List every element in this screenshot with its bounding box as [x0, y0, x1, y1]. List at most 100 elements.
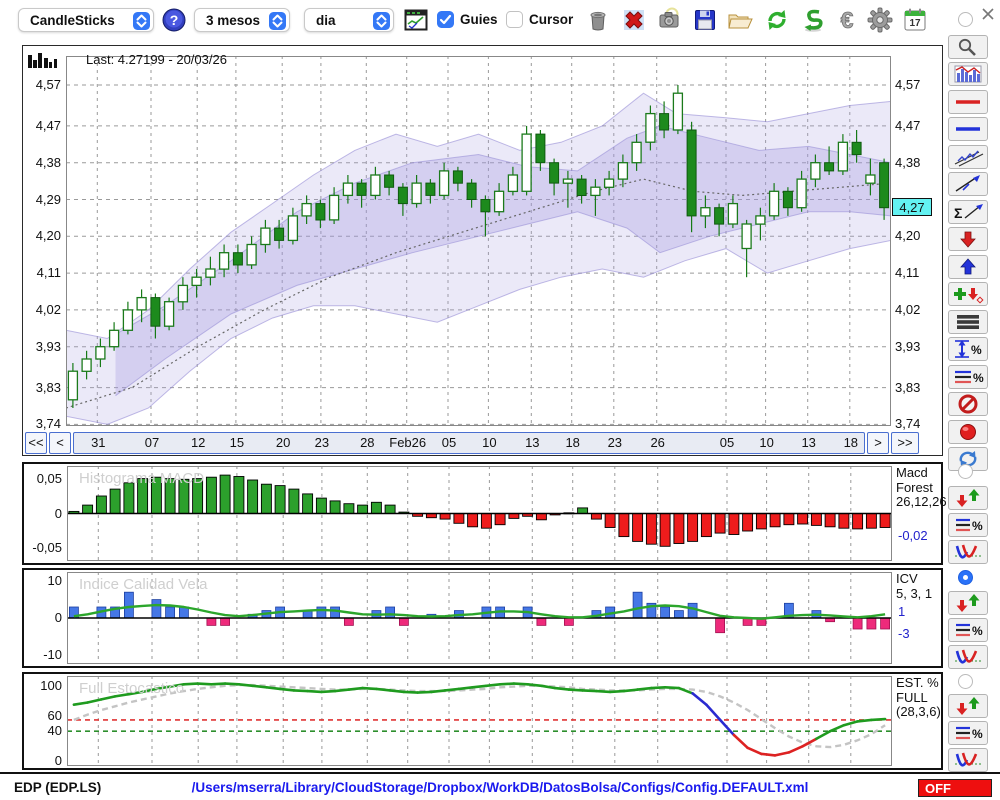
- off-label: OFF: [925, 781, 951, 796]
- x-axis-tick: 10: [482, 435, 497, 450]
- volume-chart-icon: [954, 65, 982, 83]
- panel-right-line: Macd: [896, 465, 928, 480]
- price-plot[interactable]: [66, 56, 891, 426]
- sigma-trend-button[interactable]: Σ: [948, 200, 988, 224]
- stochastic-plot[interactable]: [67, 676, 892, 766]
- arrow-down-tool-button[interactable]: [948, 227, 988, 251]
- y-axis-label: 4,57: [35, 77, 61, 92]
- icv-lines-percent-button[interactable]: %: [948, 618, 988, 642]
- nav-prev-button[interactable]: <: [49, 432, 71, 454]
- lines-percent-icon: %: [956, 518, 983, 533]
- lines-percent-button[interactable]: %: [948, 365, 988, 389]
- mini-chart-window-button[interactable]: [404, 9, 428, 31]
- panel-right-line: 26,12,26: [896, 494, 947, 509]
- y-axis-label: 3,83: [35, 380, 61, 395]
- svg-text:€: €: [841, 7, 854, 33]
- save-button[interactable]: [690, 6, 720, 34]
- y-axis-label: 4,11: [36, 265, 61, 280]
- panel-right-line: (28,3,6): [896, 704, 941, 719]
- blue-hline-tool-button[interactable]: [948, 117, 988, 141]
- stochastic-select-radio[interactable]: [958, 674, 973, 689]
- arrows-updown-icon: [956, 697, 980, 715]
- icv-stoch-curve-button[interactable]: [948, 645, 988, 669]
- y-axis-label: 3,74: [35, 416, 61, 431]
- chart-type-select[interactable]: CandleSticks: [18, 8, 154, 32]
- macd-select-radio[interactable]: [958, 464, 973, 479]
- off-toggle[interactable]: OFF: [918, 779, 992, 797]
- snapshot-button[interactable]: [654, 6, 684, 34]
- list-rows-button[interactable]: [948, 310, 988, 334]
- trash-button[interactable]: [583, 6, 613, 34]
- svg-text:17: 17: [909, 18, 921, 29]
- stochastic-stoch-curve-button[interactable]: [948, 748, 988, 772]
- config-path-link[interactable]: /Users/mserra/Library/CloudStorage/Dropb…: [120, 780, 880, 795]
- trendline-tool-button[interactable]: [948, 172, 988, 196]
- x-axis-tick: 10: [759, 435, 774, 450]
- arrow-up-tool-button[interactable]: [948, 255, 988, 279]
- icv-arrows-button[interactable]: [948, 591, 988, 615]
- svg-text:%: %: [971, 343, 982, 357]
- open-button[interactable]: [725, 6, 755, 34]
- camera-icon: [659, 7, 679, 28]
- refresh-icon: [768, 10, 786, 30]
- x-axis-tick: 26: [650, 435, 665, 450]
- sidebar-top-radio[interactable]: [958, 12, 973, 27]
- nav-next-button[interactable]: >: [867, 432, 889, 454]
- sigma-trend-icon: Σ: [954, 204, 983, 221]
- x-axis-tick: 23: [607, 435, 623, 450]
- x-axis-tick: 05: [719, 435, 735, 450]
- no-entry-icon: [958, 394, 978, 414]
- stochastic-lines-percent-button[interactable]: %: [948, 721, 988, 745]
- stochastic-arrows-button[interactable]: [948, 694, 988, 718]
- panel-right-line: Forest: [896, 479, 933, 495]
- calendar-button[interactable]: 17: [900, 6, 930, 34]
- trend-line-icon: [955, 175, 980, 192]
- cursor-checkbox[interactable]: [506, 11, 523, 28]
- y-axis-label: 4,47: [35, 118, 61, 133]
- macd-panel: Histograma MACD 0,05 0 -0,05 Macd Forest 26,…: [22, 462, 947, 565]
- measure-percent-button[interactable]: %: [948, 337, 988, 361]
- period-select[interactable]: 3 mesos: [194, 8, 290, 32]
- interval-select[interactable]: dia: [304, 8, 394, 32]
- icv-select-radio[interactable]: [958, 570, 973, 585]
- delete-button[interactable]: [619, 6, 649, 34]
- zoom-tool-button[interactable]: [948, 35, 988, 59]
- record-button[interactable]: [948, 420, 988, 444]
- guies-checkbox[interactable]: [437, 11, 454, 28]
- refresh-button[interactable]: [762, 6, 792, 34]
- date-axis-strip[interactable]: 31 07 12 15 20 23 28 Feb26 05 10 13 18 23 26 05 10 13 18: [73, 432, 865, 454]
- svg-text:%: %: [972, 727, 983, 741]
- floppy-save-icon: [695, 10, 715, 30]
- sync-button[interactable]: [798, 6, 828, 34]
- x-axis-tick: 31: [91, 435, 106, 450]
- macd-arrows-button[interactable]: [948, 486, 988, 510]
- list-rows-icon: [957, 315, 979, 329]
- stochastic-title: Full Estocastico: [79, 680, 185, 697]
- macd-stoch-curve-button[interactable]: [948, 540, 988, 564]
- toolbar: CandleSticks ? 3 mesos dia Guies Cursor …: [0, 0, 1000, 40]
- lines-percent-icon: %: [956, 623, 983, 638]
- nav-first-button[interactable]: <<: [25, 432, 47, 454]
- y-axis-label: 0,05: [36, 471, 62, 486]
- channel-tool-button[interactable]: [948, 145, 988, 169]
- x-axis-tick: 28: [360, 435, 375, 450]
- volume-chart-button[interactable]: [948, 62, 988, 86]
- red-hline-tool-button[interactable]: [948, 90, 988, 114]
- svg-text:%: %: [973, 371, 984, 385]
- macd-lines-percent-button[interactable]: %: [948, 513, 988, 537]
- add-marker-button[interactable]: [948, 282, 988, 306]
- y-axis-label: -0,05: [32, 540, 62, 555]
- mini-chart-window-icon: [404, 9, 428, 31]
- no-entry-button[interactable]: [948, 392, 988, 416]
- y-axis-label: 4,47: [895, 118, 921, 133]
- sync-s-icon: [804, 9, 823, 32]
- nav-last-button[interactable]: >>: [891, 432, 919, 454]
- help-button[interactable]: ?: [162, 8, 186, 32]
- euro-button[interactable]: €: [832, 6, 862, 34]
- app-window: CandleSticks ? 3 mesos dia Guies Cursor …: [0, 0, 1000, 800]
- y-axis-label: 4,02: [35, 302, 61, 317]
- settings-button[interactable]: [865, 6, 895, 34]
- y-axis-label: -10: [43, 647, 62, 662]
- histogram-style-icon[interactable]: [27, 52, 61, 70]
- window-close-button[interactable]: [981, 7, 995, 21]
